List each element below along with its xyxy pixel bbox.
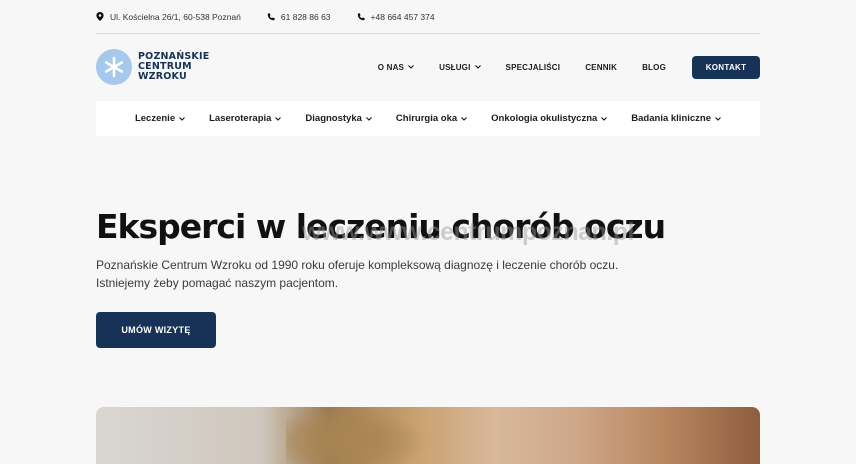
book-appointment-button[interactable]: UMÓW WIZYTĘ bbox=[96, 312, 216, 348]
nav-label: SPECJALIŚCI bbox=[505, 62, 561, 72]
subnav-label: Leczenie bbox=[134, 113, 176, 124]
subnav-item-chirurgia-oka[interactable]: Chirurgia oka bbox=[395, 113, 468, 124]
subnav-item-onkologia[interactable]: Onkologia okulistyczna bbox=[491, 113, 608, 124]
top-contact-bar: Ul. Kościelna 26/1, 60-538 Poznań 61 828… bbox=[96, 0, 760, 34]
nav-item-cennik[interactable]: CENNIK bbox=[585, 63, 617, 72]
snowflake-icon bbox=[104, 56, 124, 78]
watermark: www.www.centrumpoznan.pl bbox=[302, 218, 635, 246]
nav-label: USŁUGI bbox=[439, 62, 471, 72]
hero-image-detail bbox=[286, 407, 426, 464]
chevron-down-icon bbox=[461, 116, 468, 121]
nav-item-blog[interactable]: BLOG bbox=[642, 63, 666, 72]
chevron-down-icon bbox=[179, 116, 185, 121]
main-nav: O NAS USŁUGI SPECJALIŚCI CENNIK BLOG KON… bbox=[353, 55, 760, 79]
nav-item-uslugi[interactable]: USŁUGI bbox=[439, 62, 481, 72]
logo-line-3: WZROKU bbox=[138, 71, 187, 82]
chevron-down-icon bbox=[715, 116, 721, 121]
subnav-item-badania-kliniczne[interactable]: Badania kliniczne bbox=[631, 113, 721, 124]
subnav-label: Onkologia okulistyczna bbox=[491, 113, 598, 124]
chevron-down-icon bbox=[601, 116, 608, 121]
chevron-down-icon bbox=[474, 65, 481, 69]
chevron-down-icon bbox=[408, 65, 414, 69]
nav-label: CENNIK bbox=[585, 62, 618, 72]
subnav-label: Badania kliniczne bbox=[631, 113, 712, 124]
address-item: Ul. Kościelna 26/1, 60-538 Poznań bbox=[96, 12, 241, 22]
services-nav: Leczenie Laseroterapia Diagnostyka Chiru… bbox=[96, 101, 760, 136]
phone-item-2[interactable]: +48 664 457 374 bbox=[357, 12, 435, 22]
phone-2-text[interactable]: +48 664 457 374 bbox=[371, 12, 435, 22]
phone-icon bbox=[267, 12, 275, 20]
hero-image bbox=[96, 407, 760, 464]
phone-item-1[interactable]: 61 828 86 63 bbox=[267, 12, 331, 22]
subnav-item-laseroterapia[interactable]: Laseroterapia bbox=[209, 113, 282, 124]
site-logo[interactable]: POZNAŃSKIE CENTRUM WZROKU bbox=[96, 49, 209, 85]
subnav-label: Chirurgia oka bbox=[395, 113, 458, 124]
subnav-label: Diagnostyka bbox=[305, 113, 362, 124]
chevron-down-icon bbox=[366, 116, 372, 121]
nav-item-specjalisci[interactable]: SPECJALIŚCI bbox=[506, 63, 561, 72]
logo-emblem bbox=[96, 49, 132, 85]
hero-description: Poznańskie Centrum Wzroku od 1990 roku o… bbox=[96, 258, 619, 290]
logo-wordmark: POZNAŃSKIE CENTRUM WZROKU bbox=[138, 52, 209, 82]
phone-1-text[interactable]: 61 828 86 63 bbox=[281, 12, 331, 22]
address-text: Ul. Kościelna 26/1, 60-538 Poznań bbox=[110, 11, 241, 22]
nav-label: O NAS bbox=[377, 62, 405, 72]
site-header: POZNAŃSKIE CENTRUM WZROKU O NAS USŁUGI S… bbox=[96, 44, 760, 90]
subnav-label: Laseroterapia bbox=[209, 113, 272, 124]
subnav-item-diagnostyka[interactable]: Diagnostyka bbox=[305, 113, 372, 124]
chevron-down-icon bbox=[275, 116, 282, 121]
location-pin-icon bbox=[96, 12, 104, 21]
contact-button[interactable]: KONTAKT bbox=[692, 55, 760, 79]
nav-item-o-nas[interactable]: O NAS bbox=[378, 63, 414, 72]
phone-icon bbox=[357, 12, 365, 20]
subnav-item-leczenie[interactable]: Leczenie bbox=[135, 113, 185, 124]
nav-label: BLOG bbox=[642, 62, 666, 72]
